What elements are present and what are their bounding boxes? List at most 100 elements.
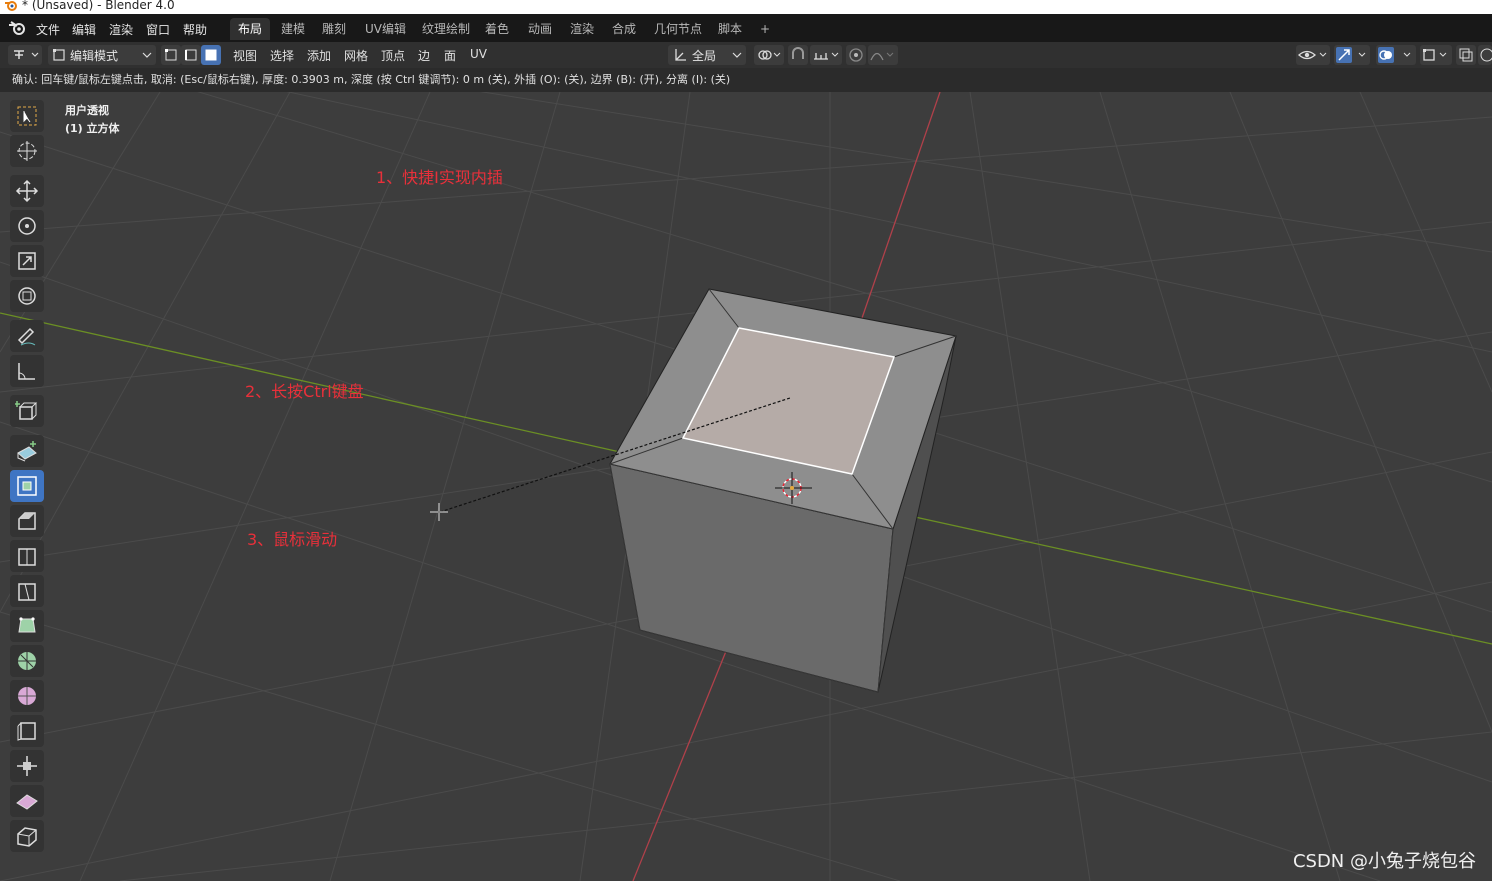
tool-bevel[interactable] (10, 505, 44, 537)
tool-cursor[interactable] (10, 135, 44, 167)
gizmo-button[interactable] (1334, 45, 1370, 65)
top-menubar: 文件 编辑 渲染 窗口 帮助 布局 建模 雕刻 UV编辑 纹理绘制 着色 动画 … (0, 14, 1492, 42)
window-title: * (Unsaved) - Blender 4.0 (22, 0, 175, 12)
tool-poly-build[interactable] (10, 610, 44, 642)
edge-select-icon (185, 49, 197, 61)
tab-shading[interactable]: 着色 (477, 18, 517, 40)
proportional-edit-button[interactable] (846, 45, 866, 65)
header-menu-view[interactable]: 视图 (233, 47, 257, 64)
header-menu-mesh[interactable]: 网格 (344, 47, 368, 64)
menu-edit[interactable]: 编辑 (72, 21, 96, 38)
header-menu-face[interactable]: 面 (444, 47, 456, 64)
tool-loop-cut[interactable] (10, 540, 44, 572)
3d-viewport[interactable]: 用户透视 (1) 立方体 1、快捷I实现内插 2、长按Ctrl键盘 3、鼠标滑动… (0, 92, 1492, 881)
tool-add-cube[interactable] (10, 395, 44, 427)
tab-rendering[interactable]: 渲染 (562, 18, 602, 40)
select-box-icon (17, 106, 37, 126)
pivot-point-button[interactable] (754, 45, 784, 65)
tool-shrink-fatten[interactable] (10, 750, 44, 782)
tab-uv-editing[interactable]: UV编辑 (357, 18, 414, 40)
poly-build-icon (18, 617, 36, 633)
orientation-icon (675, 49, 686, 61)
y-axis-line-far (914, 516, 1492, 645)
vertex-select-icon (165, 49, 177, 61)
editor-type-button[interactable] (8, 45, 42, 65)
snap-toggle-button[interactable] (788, 45, 808, 65)
x-axis-line (861, 92, 941, 319)
spin-icon (18, 652, 36, 670)
vertex-select-button[interactable] (161, 45, 181, 65)
tab-geometry-nodes[interactable]: 几何节点 (646, 18, 710, 40)
overlays-icon (1378, 47, 1411, 63)
tool-knife[interactable] (10, 575, 44, 607)
tool-inset[interactable] (10, 470, 44, 502)
edge-select-button[interactable] (181, 45, 201, 65)
xray-toggle-button[interactable] (1456, 45, 1476, 65)
header-menu-uv[interactable]: UV (470, 47, 487, 61)
tool-smooth[interactable] (10, 680, 44, 712)
tab-modeling[interactable]: 建模 (273, 18, 313, 40)
mesh-edit-overlays-button[interactable] (1420, 45, 1452, 65)
snap-target-button[interactable] (810, 45, 842, 65)
tab-sculpting[interactable]: 雕刻 (314, 18, 354, 40)
cursor-icon (17, 141, 37, 161)
header-menu-add[interactable]: 添加 (307, 47, 331, 64)
edge-slide-icon (17, 722, 36, 741)
falloff-button[interactable] (868, 45, 898, 65)
pivot-link-icon (758, 50, 781, 60)
tool-measure[interactable] (10, 355, 44, 387)
header-menu-vertex[interactable]: 顶点 (381, 47, 405, 64)
tool-annotate[interactable] (10, 320, 44, 352)
extrude-icon (17, 441, 37, 462)
magnet-icon (792, 47, 804, 59)
tab-layout[interactable]: 布局 (230, 18, 271, 40)
wireframe-shading-button[interactable] (1478, 45, 1492, 65)
editor-type-icon (14, 50, 39, 59)
orientation-value: 全局 (692, 49, 717, 63)
tab-animation[interactable]: 动画 (520, 18, 560, 40)
viewport-header: 编辑模式 视图 选择 添加 网格 顶点 边 面 UV 全局 (0, 42, 1492, 68)
tool-shear[interactable] (10, 785, 44, 817)
tool-spin[interactable] (10, 645, 44, 677)
face-select-button[interactable] (201, 45, 221, 65)
operator-status-text: 确认: 回车键/鼠标左键点击, 取消: (Esc/鼠标右键), 厚度: 0.39… (12, 73, 731, 86)
header-menu-edge[interactable]: 边 (418, 47, 430, 64)
csdn-watermark: CSDN @小兔子烧包谷 (1292, 851, 1476, 872)
menu-window[interactable]: 窗口 (146, 21, 170, 38)
visibility-button[interactable] (1296, 45, 1330, 65)
tool-rip[interactable] (10, 820, 44, 852)
tool-select-box[interactable] (10, 100, 44, 132)
add-cube-icon (15, 401, 38, 420)
tool-rotate[interactable] (10, 210, 44, 242)
menu-help[interactable]: 帮助 (183, 21, 207, 38)
chevron-down-icon (142, 52, 152, 58)
bevel-icon (18, 512, 36, 530)
tool-scale[interactable] (10, 245, 44, 277)
overlays-button[interactable] (1376, 45, 1416, 65)
header-menu-select[interactable]: 选择 (270, 47, 294, 64)
shear-icon (16, 794, 38, 810)
menu-file[interactable]: 文件 (36, 21, 60, 38)
add-workspace-button[interactable]: + (752, 18, 778, 40)
blender-menu-icon[interactable] (8, 20, 26, 36)
tool-extrude[interactable] (10, 435, 44, 467)
edit-mode-icon (53, 49, 65, 61)
mode-select[interactable]: 编辑模式 (48, 45, 156, 65)
proportional-edit-icon (849, 48, 863, 62)
window-titlebar: * (Unsaved) - Blender 4.0 (0, 0, 1492, 14)
tab-compositing[interactable]: 合成 (604, 18, 644, 40)
gizmo-icon (1336, 47, 1366, 63)
orientation-select[interactable]: 全局 (668, 45, 746, 65)
measure-ruler-icon (18, 363, 35, 380)
tab-texture-paint[interactable]: 纹理绘制 (414, 18, 478, 40)
tool-transform[interactable] (10, 280, 44, 312)
tool-edge-slide[interactable] (10, 715, 44, 747)
viewport-view-name: 用户透视 (65, 104, 109, 117)
operator-status-bar: 确认: 回车键/鼠标左键点击, 取消: (Esc/鼠标右键), 厚度: 0.39… (0, 68, 1492, 92)
tab-scripting[interactable]: 脚本 (710, 18, 750, 40)
tool-move[interactable] (10, 175, 44, 207)
menu-render[interactable]: 渲染 (109, 21, 133, 38)
mode-select-value: 编辑模式 (70, 49, 119, 63)
xray-icon (1459, 48, 1473, 62)
annotation-step-1: 1、快捷I实现内插 (376, 168, 503, 187)
